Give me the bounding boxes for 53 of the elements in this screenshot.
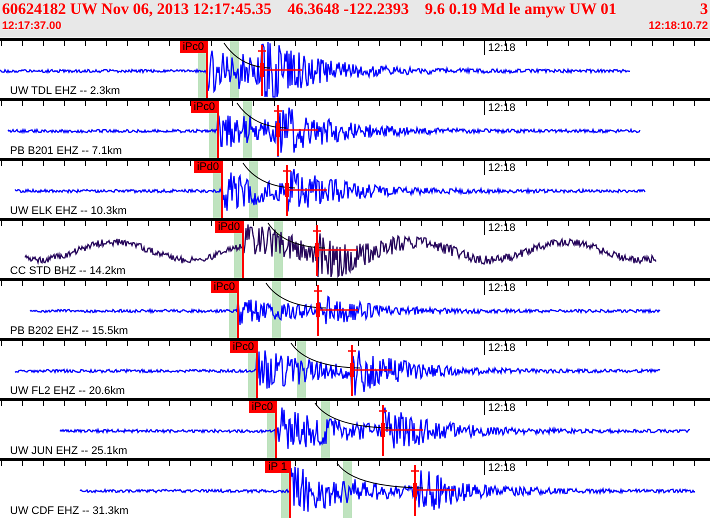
pick-line [256,341,258,398]
pick-label[interactable]: iPc0 [230,341,257,353]
pick-label[interactable]: iP 1 [265,461,290,473]
minute-label: 12:18 [488,102,516,114]
s-pick-marker [379,405,423,456]
travel-time-curve [290,342,360,368]
pick-line [237,281,239,338]
s-pick-marker [258,45,302,96]
event-summary: 60624182 UW Nov 06, 2013 12:17:45.35 [2,0,272,20]
s-pick-marker [348,345,392,396]
end-time: 12:18:10.72 [648,20,708,33]
event-summary: 46.3648 -122.2393 [287,0,409,20]
station-label: CC STD BHZ -- 14.2km [10,265,126,277]
pick-line [289,461,291,518]
station-label: UW ELK EHZ -- 10.3km [10,205,127,217]
pick-label[interactable]: iPc0 [190,101,218,113]
travel-time-curve [266,282,326,308]
minute-label: 12:18 [488,222,516,234]
s-pick-marker [274,105,318,156]
minute-label: 12:18 [488,42,516,54]
station-label: UW JUN EHZ -- 25.1km [10,445,128,457]
s-pick-marker [411,465,455,516]
station-label: UW CDF EHZ -- 31.3km [10,505,129,517]
travel-time-curve [242,162,296,188]
event-summary: 9.6 0.19 Md le amyw UW 01 [424,0,617,20]
minute-label: 12:18 [488,462,516,474]
travel-time-curve [236,102,286,128]
minute-label: 12:18 [488,162,516,174]
minute-label: 12:18 [488,402,516,414]
pick-line [242,221,244,278]
s-pick-marker [313,225,357,276]
minute-label: 12:18 [488,342,516,354]
pick-window-band [272,281,281,338]
station-label: PB B202 EHZ -- 15.5km [10,325,128,337]
pick-label[interactable]: iPd0 [194,161,222,173]
s-pick-marker [314,285,358,336]
start-time: 12:17:37.00 [2,20,62,33]
station-label: UW FL2 EHZ -- 20.6km [10,385,125,397]
pick-line [206,41,208,98]
pick-label[interactable]: iPd0 [214,221,243,233]
pick-line [217,101,219,158]
pick-label[interactable]: iPc0 [248,401,276,413]
travel-time-curve [268,222,326,248]
event-summary: 3 [700,0,708,20]
pick-line [221,161,223,218]
pick-label[interactable]: iPc0 [210,281,238,293]
station-label: PB B201 EHZ -- 7.1km [10,145,122,157]
travel-time-curve [224,42,270,68]
station-label: UW TDL EHZ -- 2.3km [10,85,120,97]
pick-label[interactable]: iPc0 [180,41,207,53]
minute-label: 12:18 [488,282,516,294]
pick-line [275,401,277,458]
s-pick-marker [283,165,327,216]
